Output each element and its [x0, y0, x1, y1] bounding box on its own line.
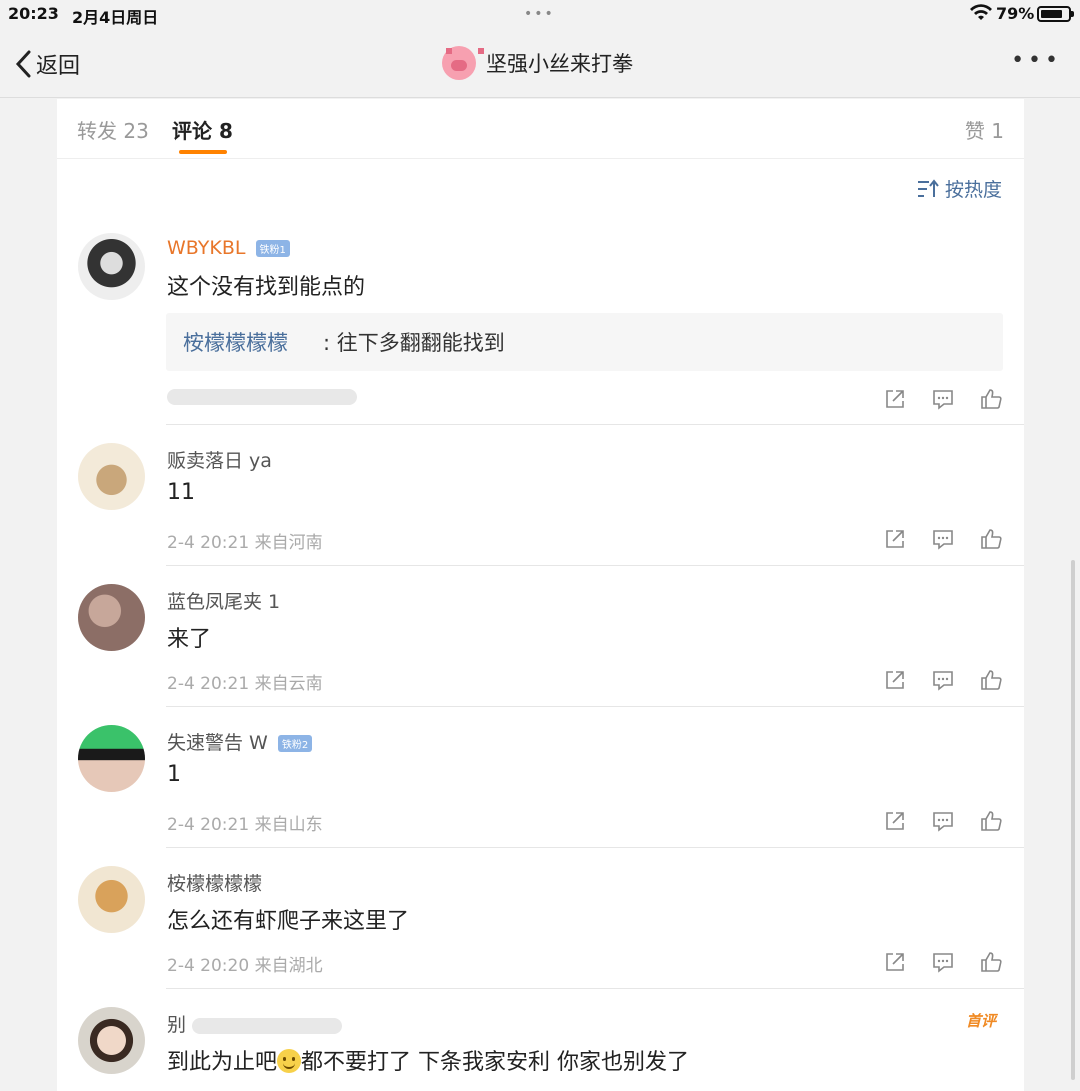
- tab-bar: 转发 23 评论 8 赞 1: [57, 99, 1024, 159]
- like-icon[interactable]: [980, 810, 1002, 832]
- scrollbar[interactable]: [1071, 560, 1075, 1080]
- like-icon[interactable]: [980, 388, 1002, 410]
- multitask-dots[interactable]: •••: [524, 6, 555, 22]
- sort-icon: [917, 178, 939, 197]
- comment-actions: [884, 528, 1002, 550]
- tab-comment[interactable]: 评论 8: [172, 115, 1080, 144]
- status-date: 2月4日周日: [72, 8, 159, 27]
- wifi-icon: [970, 4, 992, 20]
- comment-username[interactable]: 别: [167, 1010, 343, 1037]
- status-bar: 20:23 2月4日周日 ••• 79%: [0, 0, 1080, 30]
- avatar[interactable]: [78, 443, 145, 510]
- comment-text: 来了: [167, 627, 212, 652]
- avatar[interactable]: [78, 1007, 145, 1074]
- comment-username[interactable]: 失速警告 W 铁粉2: [167, 728, 313, 755]
- status-time: 20:23: [8, 4, 59, 23]
- comment-meta-blurred: [167, 387, 357, 407]
- first-comment-tag: 首评: [965, 1012, 996, 1030]
- share-icon[interactable]: [884, 951, 906, 973]
- battery-icon: [1037, 6, 1074, 22]
- tab-repost[interactable]: 转发 23: [77, 115, 149, 144]
- comment-meta: 2-4 20:20 来自湖北: [167, 956, 323, 976]
- comment-username[interactable]: 贩卖落日 ya: [167, 446, 272, 473]
- battery-percent: 79%: [996, 4, 1035, 23]
- back-button[interactable]: 返回: [14, 48, 80, 80]
- fan-badge: 铁粉1: [255, 240, 290, 257]
- comment-text: 怎么还有虾爬子来这里了: [167, 909, 410, 934]
- page-title-text: 坚强小丝来打拳: [486, 52, 633, 76]
- avatar[interactable]: [78, 866, 145, 933]
- back-chevron-icon: [15, 50, 31, 78]
- comment-actions: [884, 810, 1002, 832]
- sort-button[interactable]: 按热度: [917, 175, 1002, 202]
- share-icon[interactable]: [884, 388, 906, 410]
- comment-icon[interactable]: [932, 951, 954, 973]
- comment-text: 11: [167, 480, 195, 505]
- more-options-button[interactable]: •••: [1011, 48, 1062, 73]
- comments-card: 转发 23 评论 8 赞 1 按热度 WBYKBL 铁粉1 这个没有找到能点的 …: [57, 99, 1024, 1091]
- page-title: 坚强小丝来打拳: [442, 46, 633, 80]
- avatar[interactable]: [78, 233, 145, 300]
- divider: [166, 706, 1024, 707]
- comment-icon[interactable]: [932, 810, 954, 832]
- comment-icon[interactable]: [932, 528, 954, 550]
- reply-text: : 往下多翻翻能找到: [323, 331, 505, 355]
- share-icon[interactable]: [884, 528, 906, 550]
- reply-username[interactable]: 桉檬檬檬檬: [183, 327, 288, 357]
- username-text: WBYKBL: [167, 237, 246, 259]
- username-text: 别: [167, 1014, 187, 1036]
- comment-text: 1: [167, 762, 181, 787]
- comment-username[interactable]: 桉檬檬檬檬: [167, 869, 262, 896]
- comment-meta: 2-4 20:21 来自山东: [167, 815, 323, 835]
- comment-icon[interactable]: [932, 388, 954, 410]
- comment-actions: [884, 669, 1002, 691]
- share-icon[interactable]: [884, 669, 906, 691]
- like-icon[interactable]: [980, 951, 1002, 973]
- username-text: 失速警告 W: [167, 732, 268, 754]
- comment-meta: 2-4 20:21 来自云南: [167, 674, 323, 694]
- sort-label: 按热度: [944, 179, 1002, 201]
- avatar[interactable]: [78, 584, 145, 651]
- like-icon[interactable]: [980, 669, 1002, 691]
- smile-emoji-icon: [277, 1049, 302, 1073]
- comment-actions: [884, 388, 1002, 410]
- fan-badge: 铁粉2: [277, 735, 313, 752]
- avatar[interactable]: [78, 725, 145, 792]
- comment-text: 这个没有找到能点的: [167, 275, 366, 300]
- blurred-username: [192, 1017, 343, 1034]
- divider: [166, 424, 1024, 425]
- comment-text-part: 到此为止吧: [167, 1050, 278, 1075]
- nav-bar: 返回 坚强小丝来打拳 •••: [0, 30, 1080, 98]
- reply-preview[interactable]: 桉檬檬檬檬 : 往下多翻翻能找到: [166, 313, 1003, 371]
- comment-text: 到此为止吧 都不要打了 下条我家安利 你家也别发了: [167, 1044, 689, 1076]
- share-icon[interactable]: [884, 810, 906, 832]
- divider: [166, 847, 1024, 848]
- comment-actions: [884, 951, 1002, 973]
- tab-like[interactable]: 赞 1: [965, 115, 1004, 144]
- comment-username[interactable]: WBYKBL 铁粉1: [167, 237, 290, 259]
- comment-username[interactable]: 蓝色凤尾夹 1: [167, 587, 280, 614]
- blurred-meta: [167, 389, 357, 405]
- comment-text-part: 都不要打了 下条我家安利 你家也别发了: [301, 1050, 690, 1075]
- back-label: 返回: [36, 54, 81, 79]
- comment-meta: 2-4 20:21 来自河南: [167, 533, 323, 553]
- divider: [166, 565, 1024, 566]
- divider: [166, 988, 1024, 989]
- active-tab-indicator: [179, 150, 227, 154]
- comment-icon[interactable]: [932, 669, 954, 691]
- like-icon[interactable]: [980, 528, 1002, 550]
- pig-avatar-icon: [442, 46, 484, 80]
